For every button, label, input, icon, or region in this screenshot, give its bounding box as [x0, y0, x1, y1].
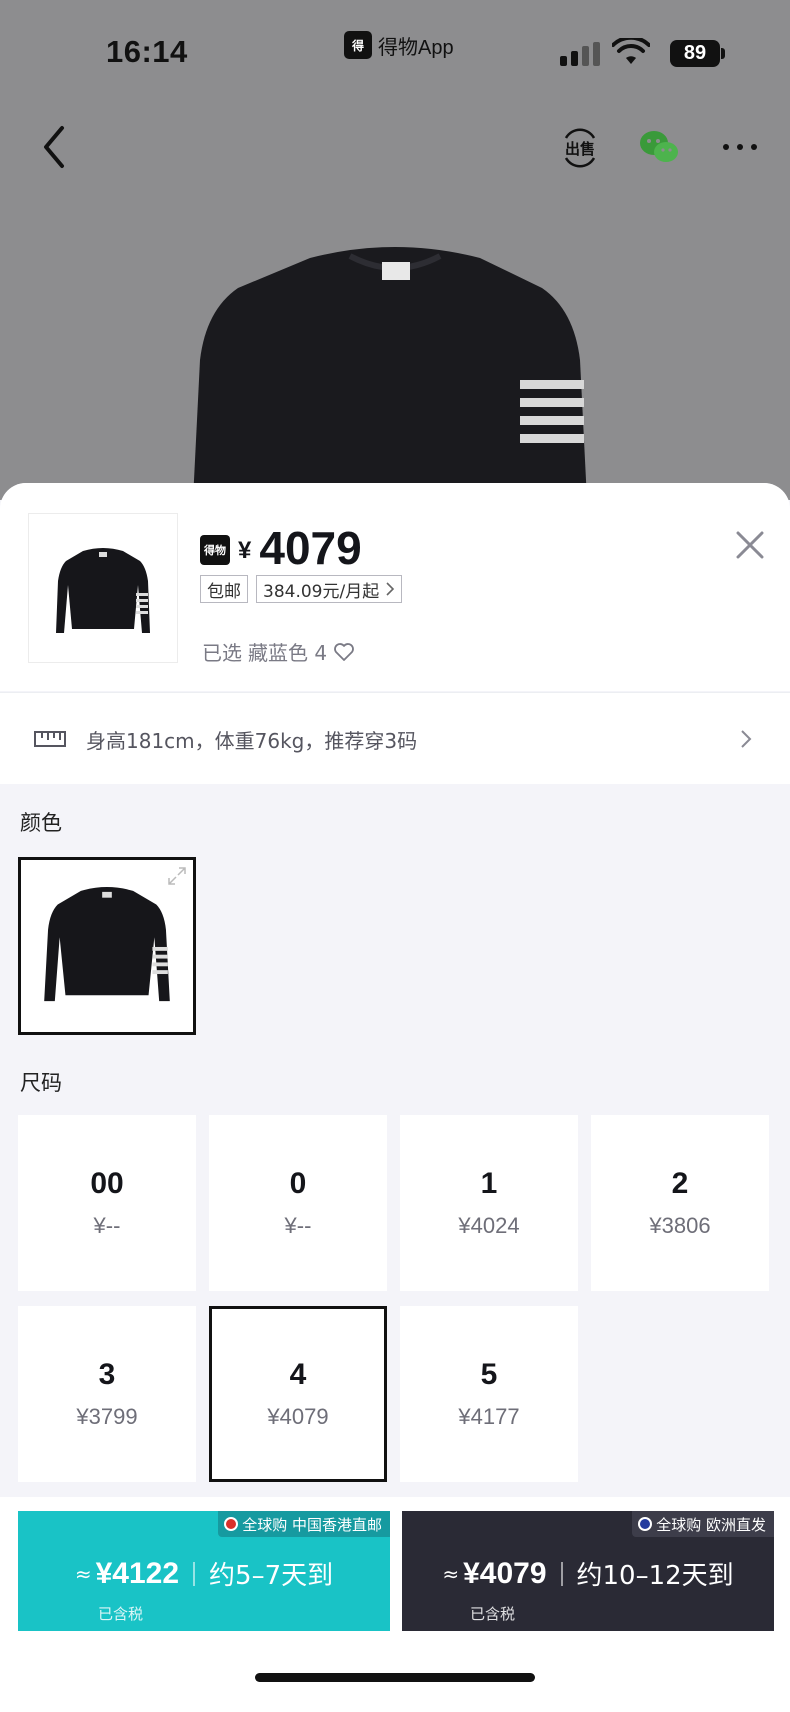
color-option-navy[interactable]	[18, 857, 196, 1035]
close-icon[interactable]	[728, 523, 772, 567]
hk-price: ¥4122	[95, 1556, 180, 1590]
size-price: ¥--	[284, 1213, 312, 1238]
approx-sign: ≈	[442, 1561, 460, 1586]
home-indicator	[255, 1673, 535, 1682]
sku-selection-sheet: 得物 ¥ 4079 包邮 384.09元/月起 已选 藏蓝色 4 身高181cm…	[0, 483, 790, 1712]
size-label: 0	[289, 1167, 307, 1200]
ruler-icon	[34, 731, 66, 747]
hk-tax-note: 已含税	[98, 1605, 144, 1623]
size-option-1[interactable]: 1 ¥4024	[400, 1115, 578, 1291]
size-option-2[interactable]: 2 ¥3806	[591, 1115, 769, 1291]
hk-flag-icon	[224, 1517, 239, 1531]
size-label: 4	[289, 1358, 307, 1391]
size-price: ¥4079	[267, 1404, 329, 1429]
size-price: ¥--	[93, 1213, 121, 1238]
size-option-5[interactable]: 5 ¥4177	[400, 1306, 578, 1482]
sell-icon: 出售	[564, 128, 596, 168]
selected-prefix: 已选	[202, 641, 242, 665]
buy-hk-direct-button[interactable]: 全球购 中国香港直邮 ≈ ¥4122 约5–7天到 已含税	[18, 1511, 390, 1631]
installment-tag[interactable]: 384.09元/月起	[256, 575, 403, 603]
size-price: ¥4024	[458, 1213, 520, 1238]
eu-channel-badge: 全球购 欧洲直发	[632, 1511, 774, 1537]
selected-summary: 已选 藏蓝色 4	[202, 637, 355, 666]
recommendation-text: 身高181cm，体重76kg，推荐穿3码	[86, 729, 418, 753]
product-thumbnail[interactable]	[28, 513, 178, 663]
size-price: ¥3799	[76, 1404, 138, 1429]
size-label: 5	[480, 1358, 498, 1391]
sell-button[interactable]: 出售	[560, 128, 600, 168]
buy-eu-direct-button[interactable]: 全球购 欧洲直发 ≈ ¥4079 约10–12天到 已含税	[402, 1511, 774, 1631]
status-bar: 16:14 得 得物App 89	[0, 0, 790, 100]
divider	[560, 1561, 563, 1586]
installment-label: 384.09元/月起	[263, 581, 380, 602]
size-price: ¥4177	[458, 1404, 520, 1429]
purchase-options: 全球购 中国香港直邮 ≈ ¥4122 约5–7天到 已含税 全球购 欧洲直发 ≈…	[0, 1497, 790, 1712]
size-section-title: 尺码	[20, 1071, 62, 1095]
app-logo-icon: 得	[344, 31, 372, 59]
sweater-thumbnail-image	[56, 548, 150, 633]
eu-flag-icon	[638, 1517, 653, 1531]
battery-indicator: 89	[670, 40, 720, 67]
dewu-logo-icon: 得物	[200, 535, 230, 565]
chevron-right-icon	[741, 730, 752, 748]
divider	[193, 1561, 196, 1586]
sheet-header: 得物 ¥ 4079 包邮 384.09元/月起 已选 藏蓝色 4	[0, 483, 790, 691]
price-row: 得物 ¥ 4079	[200, 515, 362, 571]
size-label: 2	[671, 1167, 689, 1200]
wechat-icon[interactable]	[638, 128, 680, 168]
heart-icon[interactable]	[333, 642, 355, 662]
approx-sign: ≈	[74, 1561, 92, 1586]
eu-price: ¥4079	[463, 1556, 547, 1590]
hk-eta: 约5–7天到	[209, 1561, 334, 1591]
hk-channel-badge: 全球购 中国香港直邮	[218, 1511, 390, 1537]
product-hero-image	[193, 247, 587, 500]
back-button[interactable]	[36, 122, 72, 172]
size-option-4-selected[interactable]: 4 ¥4079	[209, 1306, 387, 1482]
battery-tip	[721, 48, 725, 59]
price-currency: ¥	[238, 537, 252, 564]
eu-eta: 约10–12天到	[576, 1561, 734, 1591]
free-shipping-tag: 包邮	[200, 575, 248, 603]
size-label: 3	[98, 1358, 116, 1391]
hk-badge-label: 全球购 中国香港直邮	[242, 1515, 382, 1534]
sell-label: 出售	[565, 140, 595, 158]
status-time: 16:14	[106, 34, 188, 69]
eu-tax-note: 已含税	[470, 1605, 516, 1623]
price-tags: 包邮 384.09元/月起	[200, 575, 403, 603]
status-app-indicator: 得 得物App	[344, 30, 454, 60]
size-option-00[interactable]: 00 ¥--	[18, 1115, 196, 1291]
more-icon[interactable]	[720, 140, 760, 154]
size-label: 1	[480, 1167, 498, 1200]
color-section-title: 颜色	[20, 811, 62, 835]
size-option-0[interactable]: 0 ¥--	[209, 1115, 387, 1291]
chevron-right-icon	[386, 582, 395, 596]
size-label: 00	[90, 1167, 124, 1200]
current-price: 4079	[259, 522, 362, 574]
product-page-background: 16:14 得 得物App 89 出售	[0, 0, 790, 500]
size-price: ¥3806	[649, 1213, 711, 1238]
size-recommendation-row[interactable]: 身高181cm，体重76kg，推荐穿3码	[0, 692, 790, 784]
status-app-name: 得物App	[378, 36, 454, 59]
eu-price-line: ≈ ¥4079 约10–12天到	[402, 1555, 774, 1592]
size-option-3[interactable]: 3 ¥3799	[18, 1306, 196, 1482]
expand-icon[interactable]	[167, 866, 187, 886]
signal-icon	[560, 42, 600, 66]
eu-badge-label: 全球购 欧洲直发	[656, 1515, 766, 1534]
selected-value: 藏蓝色 4	[248, 641, 328, 665]
wifi-icon	[612, 38, 650, 64]
hk-price-line: ≈ ¥4122 约5–7天到	[18, 1555, 390, 1592]
